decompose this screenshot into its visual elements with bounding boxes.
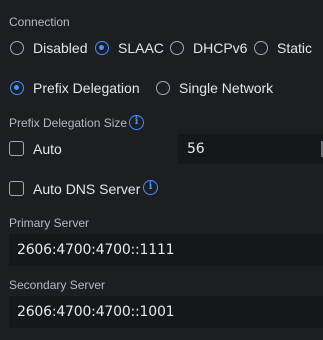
secondary-server-label: Secondary Server bbox=[9, 278, 106, 292]
radio-static-circle[interactable] bbox=[254, 41, 268, 55]
prefix-size-auto-box[interactable] bbox=[9, 141, 24, 156]
radio-slaac[interactable]: SLAAC bbox=[94, 38, 164, 58]
radio-slaac-circle[interactable] bbox=[95, 41, 109, 55]
auto-dns-label: Auto DNS Server bbox=[33, 181, 141, 197]
radio-disabled-label: Disabled bbox=[33, 40, 88, 56]
connection-radio-group: Disabled SLAAC DHCPv6 Static bbox=[0, 38, 323, 58]
secondary-server-input[interactable]: 2606:4700:4700::1001 bbox=[9, 296, 323, 328]
radio-dhcpv6-circle[interactable] bbox=[170, 41, 184, 55]
prefix-size-auto-checkbox[interactable]: Auto bbox=[9, 140, 79, 160]
radio-single-network-circle[interactable] bbox=[156, 81, 170, 95]
radio-prefix-delegation-circle[interactable] bbox=[10, 81, 24, 95]
radio-dhcpv6-label: DHCPv6 bbox=[193, 40, 248, 56]
prefix-size-value: 56 bbox=[187, 141, 205, 157]
radio-static-label: Static bbox=[277, 40, 313, 56]
secondary-server-value: 2606:4700:4700::1001 bbox=[17, 304, 175, 320]
prefix-size-input[interactable]: 56 bbox=[178, 134, 323, 164]
radio-dhcpv6[interactable]: DHCPv6 bbox=[169, 38, 249, 58]
radio-prefix-delegation-label: Prefix Delegation bbox=[33, 80, 140, 96]
primary-server-value: 2606:4700:4700::1111 bbox=[17, 242, 175, 258]
prefix-size-auto-label: Auto bbox=[33, 141, 62, 157]
radio-single-network-label: Single Network bbox=[179, 80, 274, 96]
connection-label: Connection bbox=[9, 15, 70, 29]
radio-disabled-circle[interactable] bbox=[10, 41, 24, 55]
prefix-size-label: Prefix Delegation Size bbox=[9, 116, 128, 130]
primary-server-label: Primary Server bbox=[9, 216, 90, 230]
radio-slaac-label: SLAAC bbox=[118, 40, 164, 56]
info-icon[interactable]: i bbox=[143, 180, 158, 195]
delegation-radio-group: Prefix Delegation Single Network bbox=[0, 78, 323, 98]
radio-single-network[interactable]: Single Network bbox=[155, 78, 285, 98]
radio-static[interactable]: Static bbox=[253, 38, 323, 58]
primary-server-input[interactable]: 2606:4700:4700::1111 bbox=[9, 234, 323, 266]
auto-dns-box[interactable] bbox=[9, 181, 24, 196]
radio-prefix-delegation[interactable]: Prefix Delegation bbox=[9, 78, 149, 98]
info-icon[interactable]: i bbox=[129, 115, 144, 130]
auto-dns-checkbox[interactable]: Auto DNS Server bbox=[9, 180, 159, 200]
radio-disabled[interactable]: Disabled bbox=[9, 38, 89, 58]
